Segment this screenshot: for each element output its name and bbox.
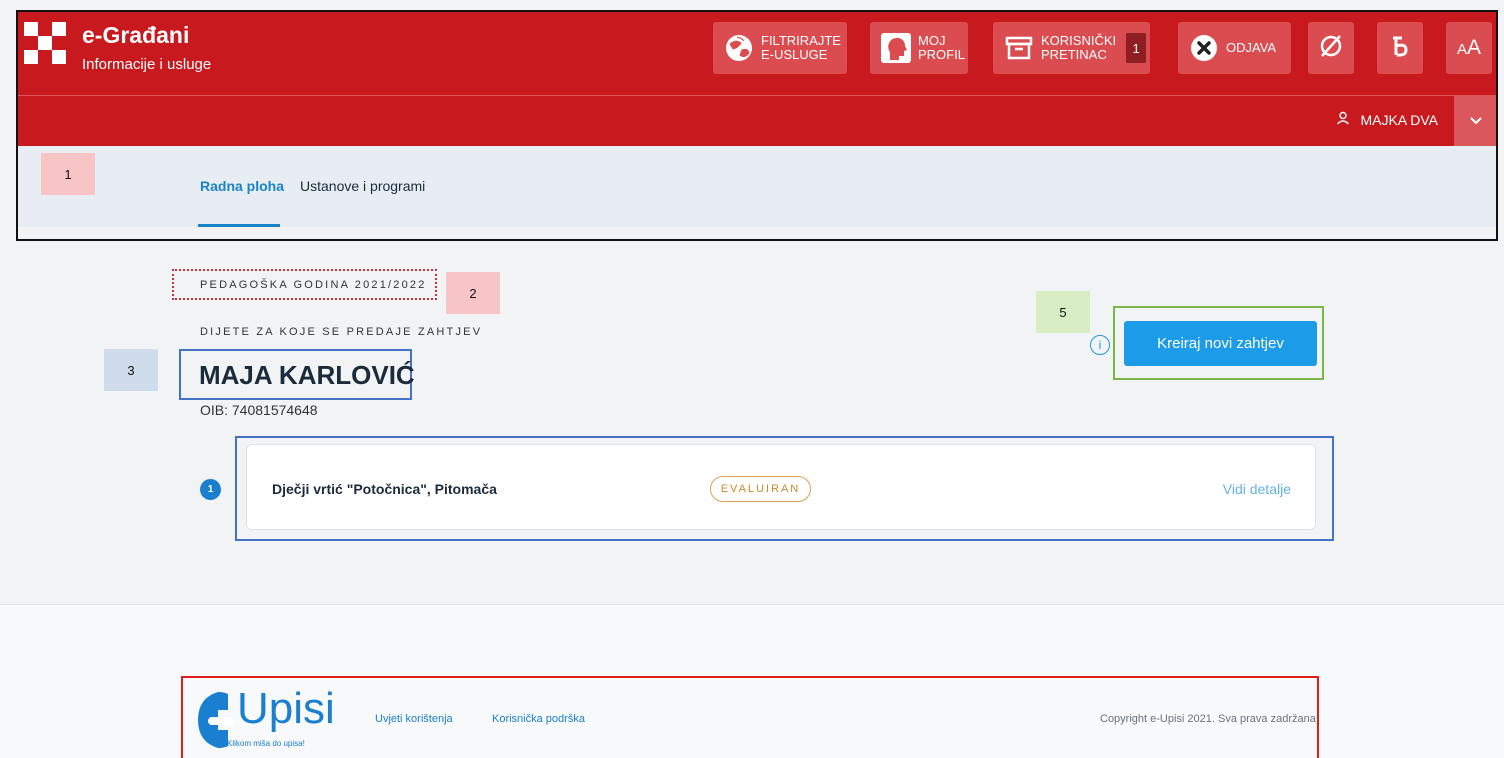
filter-label-line1: FILTRIRAJTE [761,33,841,48]
user-name: MAJKA DVA [1360,111,1438,128]
filter-e-services-label: FILTRIRAJTE E-USLUGE [761,34,841,62]
profile-head-icon [880,32,912,64]
font-size-label: AA [1456,36,1482,59]
brand-subtitle: Informacije i usluge [82,56,212,73]
eye-off-icon [1318,33,1344,64]
view-details-link[interactable]: Vidi detalje [1223,481,1291,497]
filter-e-services-button[interactable]: FILTRIRAJTE E-USLUGE [713,22,847,74]
globe-icon [723,32,755,64]
sub-navigation: Radna ploha Ustanove i programi [16,146,1498,227]
user-inbox-label: KORISNIČKI PRETINAC [1041,34,1116,62]
annotation-tag-2: 2 [446,272,500,314]
top-header: e-Građani Informacije i usluge FILTRIRAJ… [16,10,1498,95]
inbox-label-line1: KORISNIČKI [1041,33,1117,48]
logout-label: ODJAVA [1226,40,1277,55]
active-tab-indicator [198,224,280,227]
user-menu[interactable]: MAJKA DVA [1336,111,1438,128]
close-circle-icon [1188,32,1220,64]
inbox-count-badge: 1 [1126,33,1147,63]
status-badge: EVALUIRAN [710,476,811,502]
chevron-down-icon [1470,112,1482,130]
brand-title[interactable]: e-Građani [82,22,189,49]
inbox-icon [1003,32,1035,64]
create-new-request-button[interactable]: Kreiraj novi zahtjev [1124,321,1317,366]
child-name: MAJA KARLOVIĆ [199,360,415,390]
annotation-tag-3: 3 [104,349,158,391]
info-icon[interactable]: i [1090,335,1110,355]
user-inbox-button[interactable]: KORISNIČKI PRETINAC 1 [993,22,1150,74]
user-support-link[interactable]: Korisnička podrška [492,713,585,725]
dyslexia-font-button[interactable] [1377,22,1423,74]
user-icon [1336,111,1350,128]
user-menu-toggle[interactable] [1454,96,1498,146]
child-oib: OIB: 74081574648 [200,402,318,418]
my-profile-label: MOJ PROFIL [918,34,965,62]
pedagogical-year-label: PEDAGOŠKA GODINA 2021/2022 [172,269,437,300]
inbox-label-line2: PRETINAC [1041,47,1107,62]
logout-button[interactable]: ODJAVA [1178,22,1291,74]
child-caption: DIJETE ZA KOJE SE PREDAJE ZAHTJEV [200,326,483,338]
profile-label-line1: MOJ [918,33,946,48]
upisi-tagline: Klikom miša do upisa! [227,739,305,748]
copyright-text: Copyright e-Upisi 2021. Sva prava zadrža… [1100,713,1316,725]
accessibility-visibility-button[interactable] [1308,22,1354,74]
user-bar: MAJKA DVA [16,95,1498,146]
font-size-button[interactable]: AA [1446,22,1492,74]
request-index-badge: 1 [200,479,221,500]
annotation-tag-5: 5 [1036,291,1090,333]
upisi-logo-text[interactable]: Upisi [237,684,335,734]
terms-of-use-link[interactable]: Uvjeti korištenja [375,713,453,725]
my-profile-button[interactable]: MOJ PROFIL [870,22,968,74]
request-card: Dječji vrtić "Potočnica", Pitomača EVALU… [246,444,1316,530]
e-gradani-logo-icon[interactable] [24,22,66,64]
request-institution-name: Dječji vrtić "Potočnica", Pitomača [272,481,497,497]
profile-label-line2: PROFIL [918,47,965,62]
tab-dashboard[interactable]: Radna ploha [200,178,284,194]
filter-label-line2: E-USLUGE [761,47,828,62]
tab-institutions-programs[interactable]: Ustanove i programi [300,178,425,194]
annotation-tag-1: 1 [41,153,95,195]
dyslexic-font-icon [1389,34,1411,63]
